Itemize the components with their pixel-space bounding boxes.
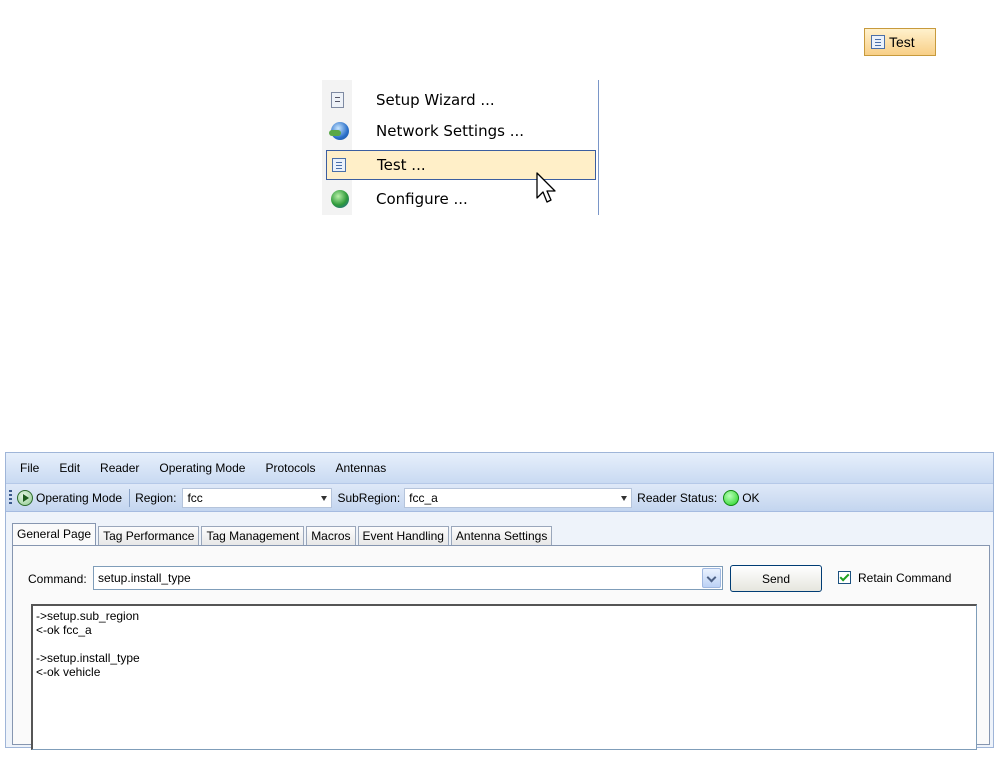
menu-item-label: Network Settings ... [376, 122, 524, 140]
general-page-panel: Command: setup.install_type Send Retain … [12, 545, 990, 750]
mouse-cursor-icon [536, 172, 556, 203]
menu-bar: File Edit Reader Operating Mode Protocol… [6, 453, 993, 483]
chevron-down-icon[interactable] [702, 568, 721, 588]
app-window: File Edit Reader Operating Mode Protocol… [5, 452, 994, 750]
command-label: Command: [28, 572, 87, 586]
test-button-label: Test [889, 34, 915, 50]
test-icon [332, 158, 346, 172]
retain-command-label: Retain Command [858, 571, 952, 585]
chevron-down-icon [621, 495, 628, 501]
region-select[interactable]: fcc [182, 487, 333, 508]
menu-item-setup-wizard[interactable]: Setup Wizard ... [322, 85, 598, 115]
menu-edit[interactable]: Edit [59, 461, 80, 475]
network-icon [329, 122, 349, 140]
menu-item-label: Test ... [377, 156, 426, 174]
tab-event-handling[interactable]: Event Handling [357, 526, 449, 545]
status-indicator-icon [723, 489, 740, 506]
menu-item-label: Setup Wizard ... [376, 91, 495, 109]
toolbar-grip[interactable] [9, 489, 12, 506]
globe-icon [331, 190, 349, 208]
tab-tag-management[interactable]: Tag Management [201, 526, 305, 545]
setup-icon [331, 92, 344, 108]
tab-macros[interactable]: Macros [306, 526, 356, 545]
tab-tag-performance[interactable]: Tag Performance [98, 526, 200, 545]
reader-status-value: OK [742, 490, 760, 505]
reader-status-label: Reader Status: [637, 490, 718, 505]
send-button[interactable]: Send [730, 565, 822, 592]
menu-item-label: Configure ... [376, 190, 468, 208]
command-value: setup.install_type [98, 571, 191, 585]
play-icon [17, 489, 33, 506]
test-button[interactable]: Test [864, 28, 936, 56]
menu-file[interactable]: File [20, 461, 39, 475]
subregion-select[interactable]: fcc_a [404, 487, 633, 508]
chevron-down-icon [321, 495, 328, 501]
tab-antenna-settings[interactable]: Antenna Settings [450, 526, 553, 545]
toolbar-separator [129, 488, 131, 507]
toolbar: Operating Mode Region: fcc SubRegion: fc… [6, 483, 993, 512]
command-output-log[interactable]: ->setup.sub_region <-ok fcc_a ->setup.in… [31, 604, 977, 750]
menu-item-network-settings[interactable]: Network Settings ... [322, 116, 598, 146]
tab-general-page[interactable]: General Page [12, 523, 97, 545]
command-input[interactable]: setup.install_type [93, 566, 723, 590]
tab-strip: General Page Tag Performance Tag Managem… [12, 523, 554, 545]
subregion-label: SubRegion: [337, 490, 401, 505]
context-menu: Setup Wizard ... Network Settings ... Te… [322, 80, 599, 215]
retain-command-checkbox[interactable] [838, 571, 851, 584]
menu-operating-mode[interactable]: Operating Mode [159, 461, 245, 475]
menu-antennas[interactable]: Antennas [335, 461, 386, 475]
menu-protocols[interactable]: Protocols [265, 461, 315, 475]
subregion-value: fcc_a [409, 490, 438, 505]
test-icon [871, 35, 885, 49]
operating-mode-button[interactable]: Operating Mode [36, 491, 122, 505]
region-label: Region: [135, 490, 177, 505]
region-value: fcc [187, 490, 203, 505]
menu-reader[interactable]: Reader [100, 461, 139, 475]
